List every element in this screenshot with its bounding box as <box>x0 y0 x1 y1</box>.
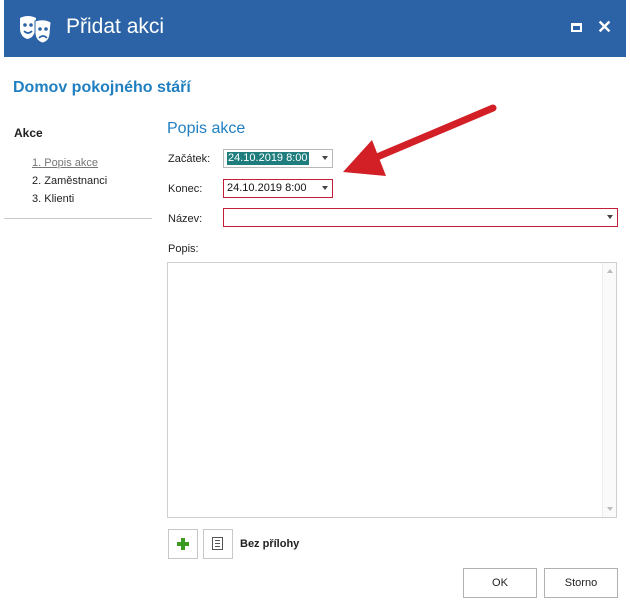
chevron-down-icon[interactable] <box>322 156 328 160</box>
sidebar-divider <box>4 218 152 219</box>
name-combobox[interactable] <box>223 208 618 227</box>
plus-icon <box>177 538 189 550</box>
document-icon <box>212 537 223 550</box>
step-popis-akce[interactable]: 1. Popis akce <box>32 157 98 169</box>
sidebar-heading: Akce <box>14 126 43 140</box>
add-attachment-button[interactable] <box>168 529 198 559</box>
close-icon[interactable]: ✕ <box>597 16 612 38</box>
organization-title: Domov pokojného stáří <box>13 79 191 96</box>
name-label: Název: <box>168 213 203 225</box>
notes-button[interactable] <box>203 529 233 559</box>
cancel-button[interactable]: Storno <box>544 568 618 598</box>
window-title: Přidat akci <box>66 15 165 38</box>
chevron-down-icon[interactable] <box>607 215 613 219</box>
window-titlebar[interactable]: Přidat akci ✕ <box>4 0 626 57</box>
start-value: 24.10.2019 8:00 <box>227 152 309 165</box>
end-label: Konec: <box>168 183 203 195</box>
vertical-scrollbar[interactable] <box>602 263 616 517</box>
section-title: Popis akce <box>167 120 246 137</box>
step-klienti[interactable]: 3. Klienti <box>32 193 74 205</box>
description-label: Popis: <box>168 243 199 255</box>
start-label: Začátek: <box>168 153 211 165</box>
step-zamestnanci[interactable]: 2. Zaměstnanci <box>32 175 107 187</box>
theater-masks-icon <box>20 16 52 44</box>
maximize-icon[interactable] <box>571 23 582 32</box>
start-datetime-field[interactable]: 24.10.2019 8:00 <box>223 149 333 168</box>
chevron-down-icon[interactable] <box>322 186 328 190</box>
scroll-down-icon[interactable] <box>607 507 613 511</box>
description-textarea[interactable] <box>167 262 617 518</box>
ok-button[interactable]: OK <box>463 568 537 598</box>
end-value: 24.10.2019 8:00 <box>227 182 307 194</box>
end-datetime-field[interactable]: 24.10.2019 8:00 <box>223 179 333 198</box>
attachment-status: Bez přílohy <box>240 538 300 550</box>
scroll-up-icon[interactable] <box>607 269 613 273</box>
